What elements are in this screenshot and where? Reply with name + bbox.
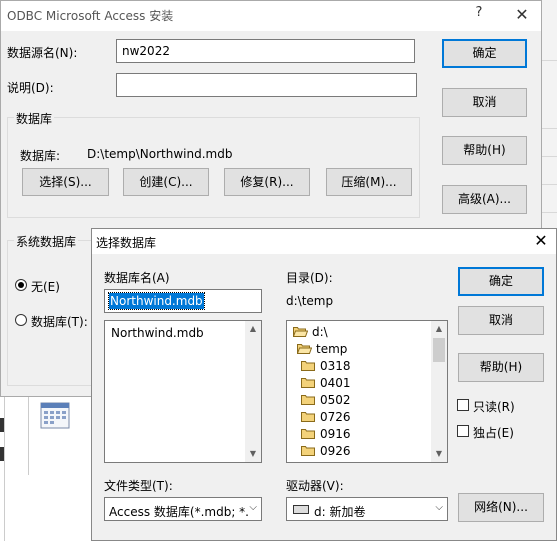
data-source-name-label: 数据源名(N): [7,46,78,60]
chevron-down-icon: ⌵ [249,502,257,513]
file-list-item[interactable]: Northwind.mdb [111,326,204,340]
scroll-up-arrow-icon[interactable]: ▲ [245,321,261,337]
file-list-scrollbar[interactable]: ▲ ▼ [245,321,261,462]
background-divider [4,395,5,541]
dialog-title: ODBC Microsoft Access 安装 [7,9,174,23]
db-name-label: 数据库名(A) [104,271,170,285]
scroll-up-arrow-icon[interactable]: ▲ [431,321,447,337]
advanced-button[interactable]: 高级(A)... [442,185,527,214]
scroll-down-arrow-icon[interactable]: ▼ [245,446,261,462]
database-path: D:\temp\Northwind.mdb [87,147,233,161]
database-group-title: 数据库 [14,110,55,127]
radio-database[interactable] [15,314,27,326]
help-button[interactable]: 帮助(H) [458,353,544,382]
folder-icon [301,394,316,405]
exclusive-label: 独占(E) [473,426,514,440]
db-name-input[interactable]: Northwind.mdb [104,289,262,313]
network-button[interactable]: 网络(N)... [458,493,544,522]
repair-button[interactable]: 修复(R)... [224,168,310,196]
open-folder-icon [293,326,308,337]
open-folder-icon [297,343,312,354]
readonly-label: 只读(R) [473,400,515,414]
file-list[interactable]: Northwind.mdb ▲ ▼ [104,320,262,463]
select-database-title-bar: 选择数据库 ✕ [92,229,556,254]
select-database-title: 选择数据库 [96,236,157,250]
folder-icon [301,360,316,371]
select-database-dialog: 选择数据库 ✕ 数据库名(A) Northwind.mdb Northwind.… [91,228,557,541]
calendar-icon [40,402,72,430]
ok-button[interactable]: 确定 [458,267,544,296]
readonly-checkbox[interactable] [457,399,469,411]
folder-icon [301,377,316,388]
directory-tree[interactable]: d:\ temp 0318 0401 0502 0726 0916 0926 ▲… [286,320,448,463]
title-bar: ODBC Microsoft Access 安装 ? ✕ [1,1,541,31]
db-name-selected-text: Northwind.mdb [108,292,205,310]
background-divider [28,395,29,475]
drive-select[interactable]: d: 新加卷 ⌵ [286,497,448,521]
system-database-group-title: 系统数据库 [14,233,79,250]
ok-button[interactable]: 确定 [442,39,527,68]
create-button[interactable]: 创建(C)... [123,168,209,196]
directory-label: 目录(D): [286,271,333,285]
help-button[interactable]: 帮助(H) [442,136,527,165]
folder-icon [301,445,316,456]
data-source-name-input[interactable]: nw2022 [116,39,415,63]
close-button[interactable]: ✕ [511,5,533,25]
drives-label: 驱动器(V): [286,479,344,493]
cancel-button[interactable]: 取消 [442,88,527,117]
radio-none-label: 无(E) [31,280,60,294]
file-type-label: 文件类型(T): [104,479,173,493]
folder-icon [301,428,316,439]
radio-none[interactable] [15,279,27,291]
exclusive-checkbox[interactable] [457,425,469,437]
drive-icon [293,505,309,514]
compact-button[interactable]: 压缩(M)... [326,168,412,196]
folder-icon [301,411,316,422]
select-button[interactable]: 选择(S)... [22,168,109,196]
scroll-down-arrow-icon[interactable]: ▼ [431,446,447,462]
directory-tree-scrollbar[interactable]: ▲ ▼ [431,321,447,462]
radio-database-label: 数据库(T): [31,315,88,329]
description-input[interactable] [116,73,417,97]
database-label: 数据库: [20,149,61,163]
select-database-close-button[interactable]: ✕ [530,231,552,251]
chevron-down-icon: ⌵ [435,502,443,513]
file-type-select[interactable]: Access 数据库(*.mdb; *. ⌵ [104,497,262,521]
cancel-button[interactable]: 取消 [458,306,544,335]
description-label: 说明(D): [7,81,54,95]
directory-value: d:\temp [286,294,334,308]
help-question-button[interactable]: ? [471,5,487,25]
scroll-thumb[interactable] [433,338,445,362]
